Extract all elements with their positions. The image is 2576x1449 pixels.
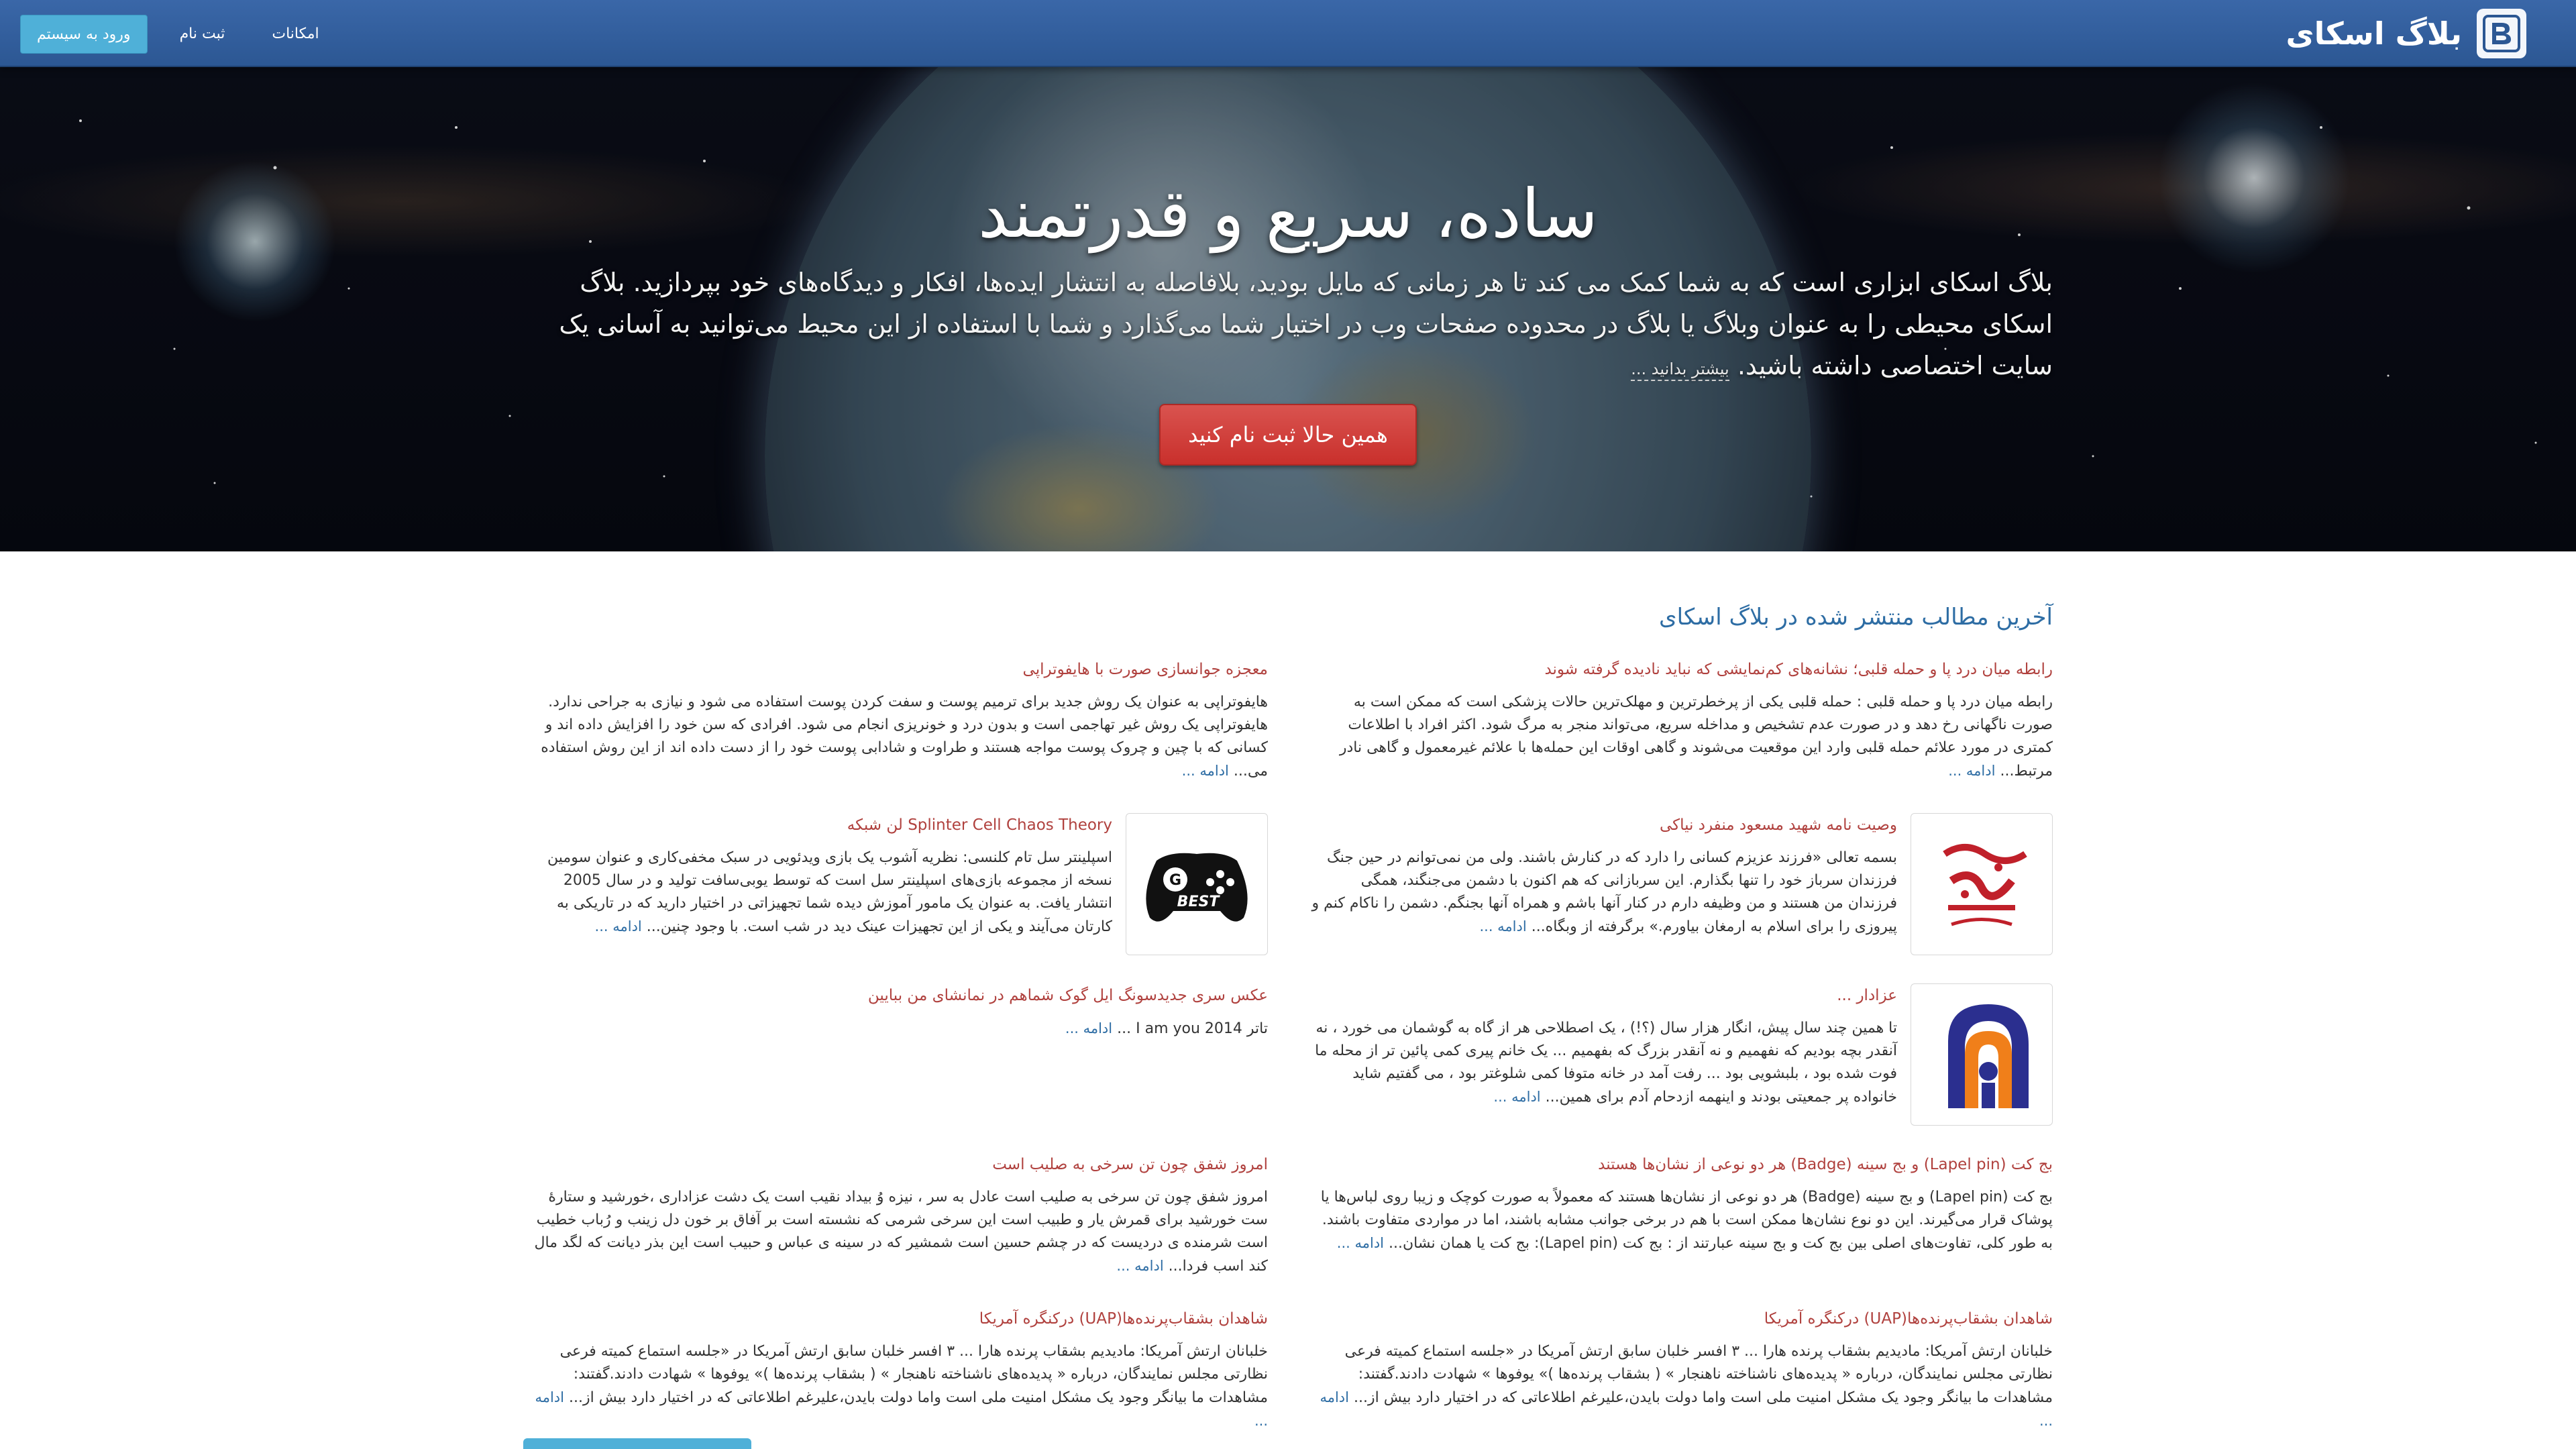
- read-more-link[interactable]: ادامه ...: [1182, 763, 1229, 779]
- post-item: عزادار ... تا همین چند سال پیش، انگار هز…: [1308, 983, 2053, 1126]
- orange-blue-logo-icon: [1948, 1004, 2029, 1108]
- post-title-link[interactable]: معجزه جوانسازی صورت با هایفوتراپی: [523, 657, 1268, 682]
- read-more-link[interactable]: ادامه ...: [1065, 1020, 1112, 1036]
- login-button[interactable]: ورود به سیستم: [20, 15, 148, 54]
- signup-now-button[interactable]: همین حالا ثبت نام کنید: [1159, 404, 1417, 466]
- gamepad-label: BEST: [1177, 894, 1221, 910]
- load-more-button[interactable]: [523, 1438, 751, 1449]
- post-item: عکس سری جدیدسونگ ایل گوک شماهم در نمانشا…: [523, 983, 1268, 1040]
- hero-banner: ساده، سریع و قدرتمند بلاگ اسکای ابزاری ا…: [0, 67, 2576, 551]
- post-title-link[interactable]: وصیت نامه شهید مسعود منفرد نیاکی: [1308, 813, 1897, 837]
- post-thumbnail[interactable]: [1911, 983, 2053, 1126]
- post-title-link[interactable]: شاهدان بشقاب‌پرنده‌ها(UAP) درکنگره آمریک…: [1308, 1307, 2053, 1331]
- read-more-link[interactable]: ادامه ...: [595, 918, 642, 934]
- post-title-link[interactable]: بج کت (Lapel pin) و بج سینه (Badge) هر د…: [1308, 1152, 2053, 1177]
- post-item: وصیت نامه شهید مسعود منفرد نیاکی بسمه تع…: [1308, 813, 2053, 955]
- post-excerpt: رابطه میان درد پا و حمله قلبی : حمله قلب…: [1339, 694, 2053, 780]
- post-excerpt: تا همین چند سال پیش، انگار هزار سال (؟!)…: [1315, 1020, 1897, 1106]
- hero-title: ساده، سریع و قدرتمند: [977, 174, 1599, 253]
- learn-more-link[interactable]: بیشتر بدانید ...: [1631, 360, 1729, 381]
- post-item: امروز شفق چون تن سرخی به صلیب است امروز …: [523, 1152, 1268, 1278]
- read-more-link[interactable]: ادامه ...: [1479, 918, 1526, 934]
- brand-name: بلاگ اسکای: [2286, 15, 2462, 52]
- post-title-link[interactable]: عزادار ...: [1308, 983, 1897, 1008]
- hero-description-text: بلاگ اسکای ابزاری است که به شما کمک می ک…: [559, 268, 2053, 380]
- post-excerpt: بج کت (Lapel pin) و بج سینه (Badge) هر د…: [1320, 1189, 2053, 1252]
- post-thumbnail[interactable]: G BEST: [1126, 813, 1268, 955]
- post-excerpt: هایفوتراپی به عنوان یک روش جدید برای ترم…: [541, 694, 1268, 780]
- post-title-link[interactable]: رابطه میان درد پا و حمله قلبی؛ نشانه‌های…: [1308, 657, 2053, 682]
- top-navbar: بلاگ اسکای امکانات ثبت نام ورود به سیستم: [0, 0, 2576, 67]
- read-more-link[interactable]: ادامه ...: [1493, 1089, 1540, 1105]
- post-title-link[interactable]: شاهدان بشقاب‌پرنده‌ها(UAP) درکنگره آمریک…: [523, 1307, 1268, 1331]
- post-excerpt: خلبانان ارتش آمریکا: مادیدیم بشقاب پرنده…: [1344, 1343, 2053, 1406]
- post-title-link[interactable]: امروز شفق چون تن سرخی به صلیب است: [523, 1152, 1268, 1177]
- post-item: رابطه میان درد پا و حمله قلبی؛ نشانه‌های…: [1308, 657, 2053, 783]
- post-item: بج کت (Lapel pin) و بج سینه (Badge) هر د…: [1308, 1152, 2053, 1255]
- post-item: معجزه جوانسازی صورت با هایفوتراپی هایفوت…: [523, 657, 1268, 783]
- post-item: شاهدان بشقاب‌پرنده‌ها(UAP) درکنگره آمریک…: [523, 1307, 1268, 1433]
- svg-text:G: G: [1169, 872, 1181, 889]
- brand-logo-icon: [2477, 9, 2526, 58]
- post-title-link[interactable]: Splinter Cell Chaos Theory لن شبکه: [523, 813, 1112, 837]
- nav-link-register[interactable]: ثبت نام: [165, 15, 240, 54]
- read-more-link[interactable]: ادامه ...: [1948, 763, 1995, 779]
- post-excerpt: تاتر I am you 2014 ...: [1117, 1020, 1268, 1037]
- brand[interactable]: بلاگ اسکای: [2286, 9, 2526, 58]
- post-excerpt: بسمه تعالی «فرزند عزیزم کسانی را دارد که…: [1311, 849, 1897, 935]
- nav-link-features[interactable]: امکانات: [257, 15, 333, 54]
- post-item: G BEST Splinter Cell Chaos Theory لن شبک…: [523, 813, 1268, 955]
- post-title-link[interactable]: عکس سری جدیدسونگ ایل گوک شماهم در نمانشا…: [523, 983, 1268, 1008]
- post-excerpt: خلبانان ارتش آمریکا: مادیدیم بشقاب پرنده…: [559, 1343, 1268, 1406]
- read-more-link[interactable]: ادامه ...: [1337, 1235, 1384, 1251]
- calligraphy-logo-icon: [1943, 844, 2027, 926]
- read-more-link[interactable]: ادامه ...: [1116, 1258, 1163, 1274]
- nav-links: امکانات ثبت نام ورود به سیستم: [20, 15, 334, 54]
- post-item: شاهدان بشقاب‌پرنده‌ها(UAP) درکنگره آمریک…: [1308, 1307, 2053, 1433]
- latest-posts-heading: آخرین مطالب منتشر شده در بلاگ اسکای: [1658, 604, 2053, 631]
- hero-description: بلاگ اسکای ابزاری است که به شما کمک می ک…: [523, 262, 2053, 390]
- post-thumbnail[interactable]: [1911, 813, 2053, 955]
- gamepad-icon: G BEST: [1146, 853, 1248, 922]
